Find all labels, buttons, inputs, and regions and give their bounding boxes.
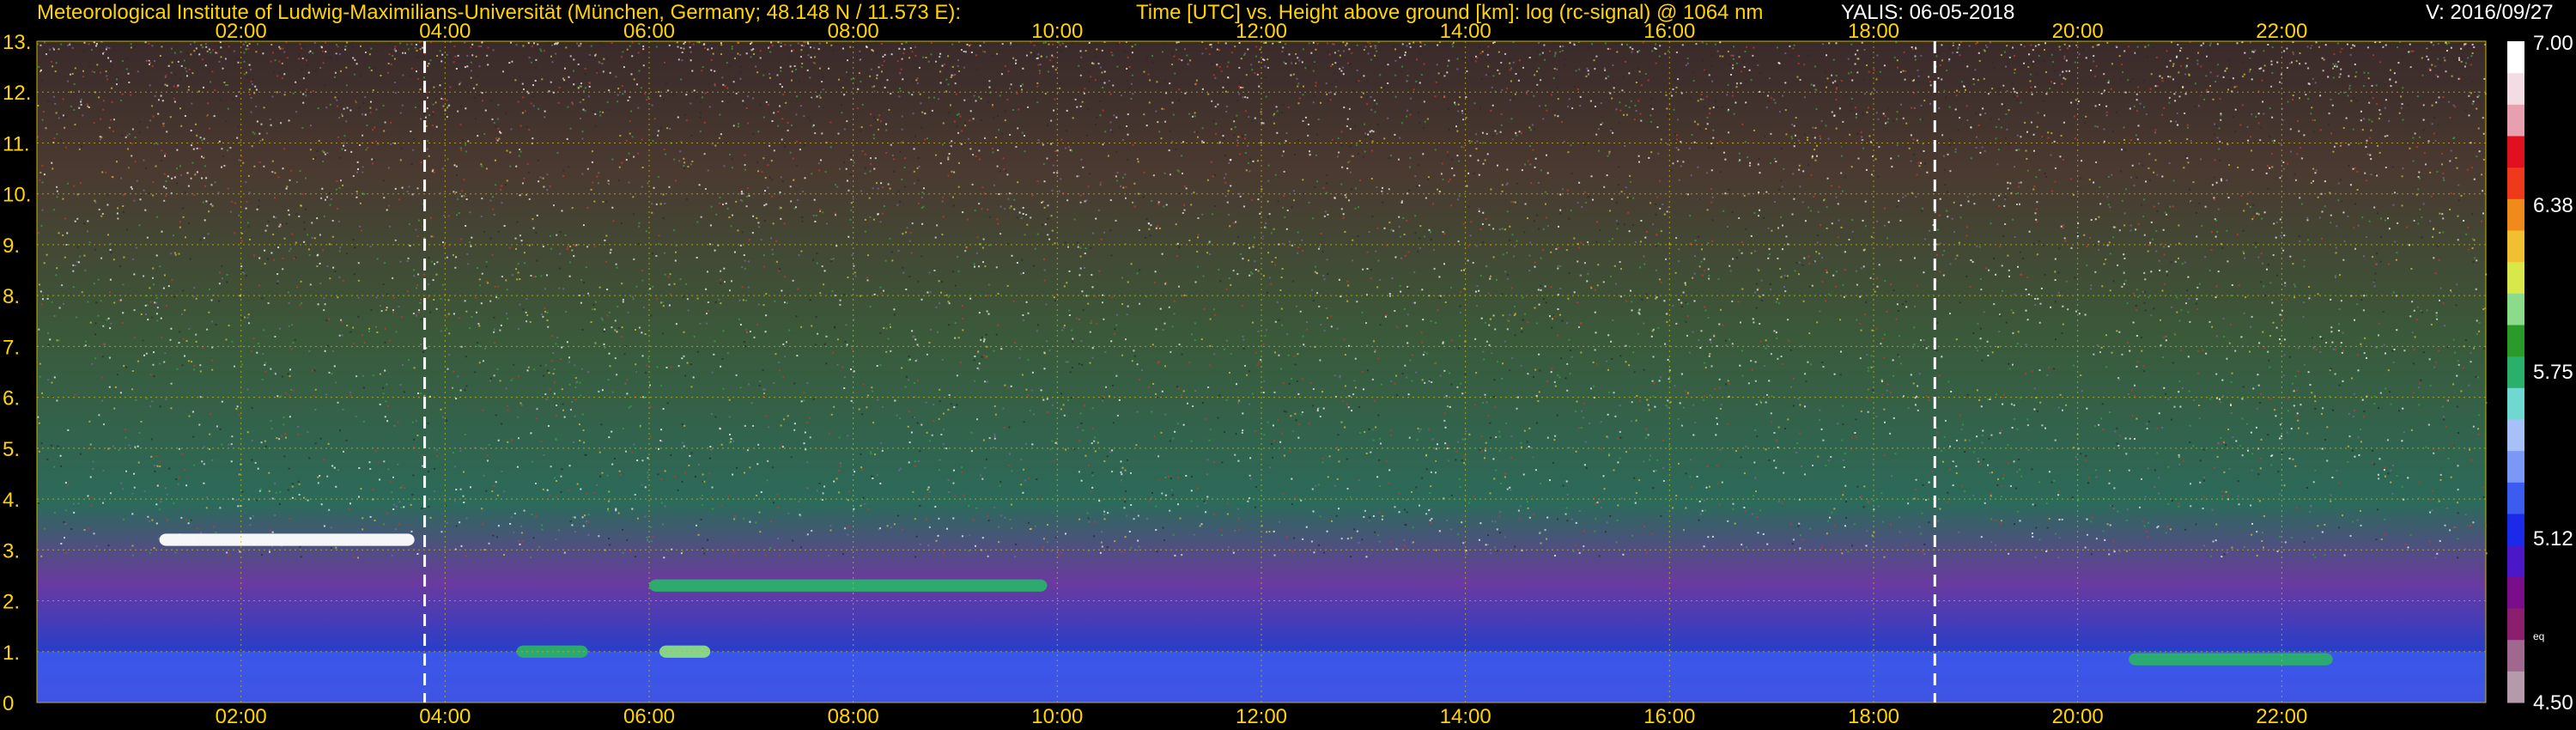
y-tick-label: 1. bbox=[3, 642, 20, 665]
feature-aerosol-layer-2 bbox=[649, 579, 1048, 592]
colorbar-label: eq bbox=[2533, 630, 2544, 642]
x-tick-label-bottom: 08:00 bbox=[828, 705, 879, 728]
y-tick-label: 12. bbox=[3, 82, 31, 105]
colorbar-swatch bbox=[2507, 356, 2524, 388]
x-tick-label-bottom: 12:00 bbox=[1236, 705, 1287, 728]
colorbar-swatch bbox=[2507, 387, 2524, 420]
x-tick-label-bottom: 10:00 bbox=[1031, 705, 1083, 728]
x-tick-label-bottom: 18:00 bbox=[1848, 705, 1899, 728]
colorbar: 7.00 6.38 5.75 5.12 4.50 eq bbox=[2507, 32, 2573, 715]
lidar-chart: 01.2.3.4.5.6.7.8.9.10.11.12.13. 02:0002:0… bbox=[3, 20, 2573, 728]
x-tick-label-bottom: 04:00 bbox=[419, 705, 471, 728]
x-tick-label-top: 10:00 bbox=[1031, 20, 1083, 43]
y-tick-label: 3. bbox=[3, 539, 20, 563]
x-tick-label-bottom: 16:00 bbox=[1643, 705, 1695, 728]
x-tick-label-top: 20:00 bbox=[2052, 20, 2104, 43]
y-tick-label: 6. bbox=[3, 387, 20, 411]
version-label: V: 2016/09/27 bbox=[2426, 1, 2554, 24]
y-tick-label: 2. bbox=[3, 591, 20, 614]
y-tick-label: 5. bbox=[3, 438, 20, 461]
colorbar-swatch bbox=[2507, 136, 2524, 168]
colorbar-swatch bbox=[2507, 608, 2524, 641]
colorbar-swatch bbox=[2507, 482, 2524, 514]
feature-boundary-layer-0 bbox=[37, 651, 2486, 703]
colorbar-tick-label: 5.12 bbox=[2533, 527, 2573, 551]
colorbar-swatch bbox=[2507, 639, 2524, 672]
x-tick-label-bottom: 22:00 bbox=[2256, 705, 2307, 728]
y-tick-label: 0 bbox=[3, 692, 14, 715]
colorbar-tick-label: 7.00 bbox=[2533, 32, 2573, 55]
colorbar-swatch bbox=[2507, 41, 2524, 74]
colorbar-swatch bbox=[2507, 104, 2524, 137]
y-tick-label: 11. bbox=[3, 132, 30, 155]
x-tick-label-bottom: 02:00 bbox=[216, 705, 267, 728]
y-tick-label: 8. bbox=[3, 285, 20, 308]
colorbar-swatch bbox=[2507, 419, 2524, 452]
colorbar-tick-label: 6.38 bbox=[2533, 194, 2573, 217]
colorbar-swatch bbox=[2507, 261, 2524, 294]
x-tick-label-top: 22:00 bbox=[2256, 20, 2307, 43]
colorbar-swatch bbox=[2507, 544, 2524, 577]
colorbar-swatch bbox=[2507, 167, 2524, 199]
colorbar-swatch bbox=[2507, 514, 2524, 546]
x-tick-label-bottom: 20:00 bbox=[2052, 705, 2104, 728]
x-tick-label-bottom: 06:00 bbox=[623, 705, 675, 728]
y-tick-label: 4. bbox=[3, 489, 20, 512]
colorbar-swatch bbox=[2507, 293, 2524, 325]
colorbar-swatch bbox=[2507, 72, 2524, 105]
colorbar-swatch bbox=[2507, 325, 2524, 357]
axis-description: Time [UTC] vs. Height above ground [km]:… bbox=[1136, 1, 1764, 24]
x-tick-label-bottom: 14:00 bbox=[1440, 705, 1492, 728]
y-tick-label: 9. bbox=[3, 234, 20, 258]
colorbar-swatch bbox=[2507, 576, 2524, 609]
colorbar-swatch bbox=[2507, 671, 2524, 703]
y-tick-label: 13. bbox=[3, 31, 31, 54]
feature-cloud-1 bbox=[159, 533, 415, 546]
colorbar-swatch bbox=[2507, 230, 2524, 263]
institute-title: Meteorological Institute of Ludwig-Maxim… bbox=[37, 1, 962, 24]
instrument-date: YALIS: 06-05-2018 bbox=[1841, 1, 2015, 24]
colorbar-swatch bbox=[2507, 450, 2524, 483]
colorbar-tick-label: 5.75 bbox=[2533, 361, 2573, 384]
colorbar-tick-label: 4.50 bbox=[2533, 691, 2573, 715]
y-tick-label: 7. bbox=[3, 336, 20, 359]
colorbar-swatch bbox=[2507, 198, 2524, 231]
y-tick-label: 10. bbox=[3, 184, 31, 207]
feature-aerosol-layer-5 bbox=[2129, 653, 2333, 666]
heatmap-area bbox=[37, 41, 2488, 703]
